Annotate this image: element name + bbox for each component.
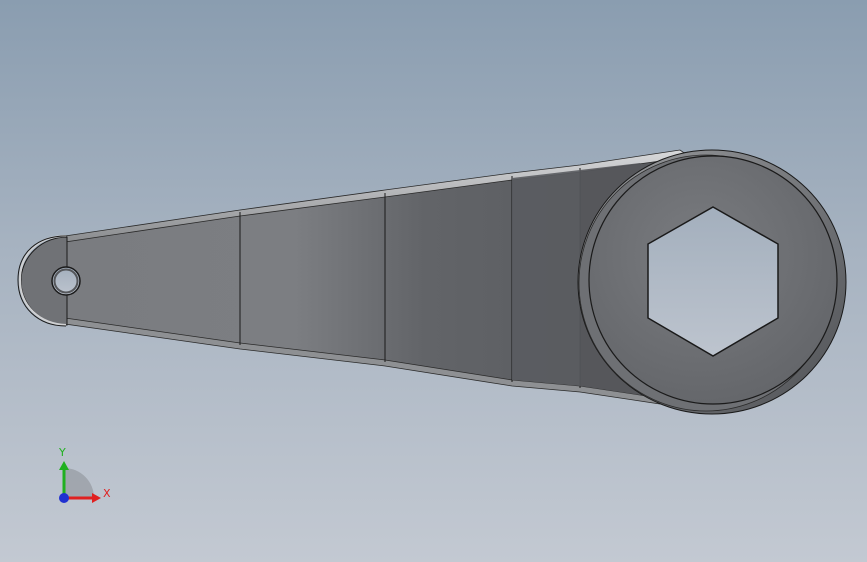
model-canvas[interactable]: Y X xyxy=(0,0,867,562)
y-axis-label: Y xyxy=(58,446,66,459)
pin-hole xyxy=(51,266,81,296)
hub-boss[interactable] xyxy=(577,149,847,415)
z-axis-dot-icon xyxy=(59,493,69,503)
graphics-viewport[interactable]: Y X xyxy=(0,0,867,562)
axis-triad: Y X xyxy=(58,446,111,503)
y-axis-arrow-icon xyxy=(59,461,69,470)
triad-xy-arc xyxy=(64,468,94,498)
x-axis-arrow-icon xyxy=(92,493,101,503)
x-axis-label: X xyxy=(103,487,111,500)
